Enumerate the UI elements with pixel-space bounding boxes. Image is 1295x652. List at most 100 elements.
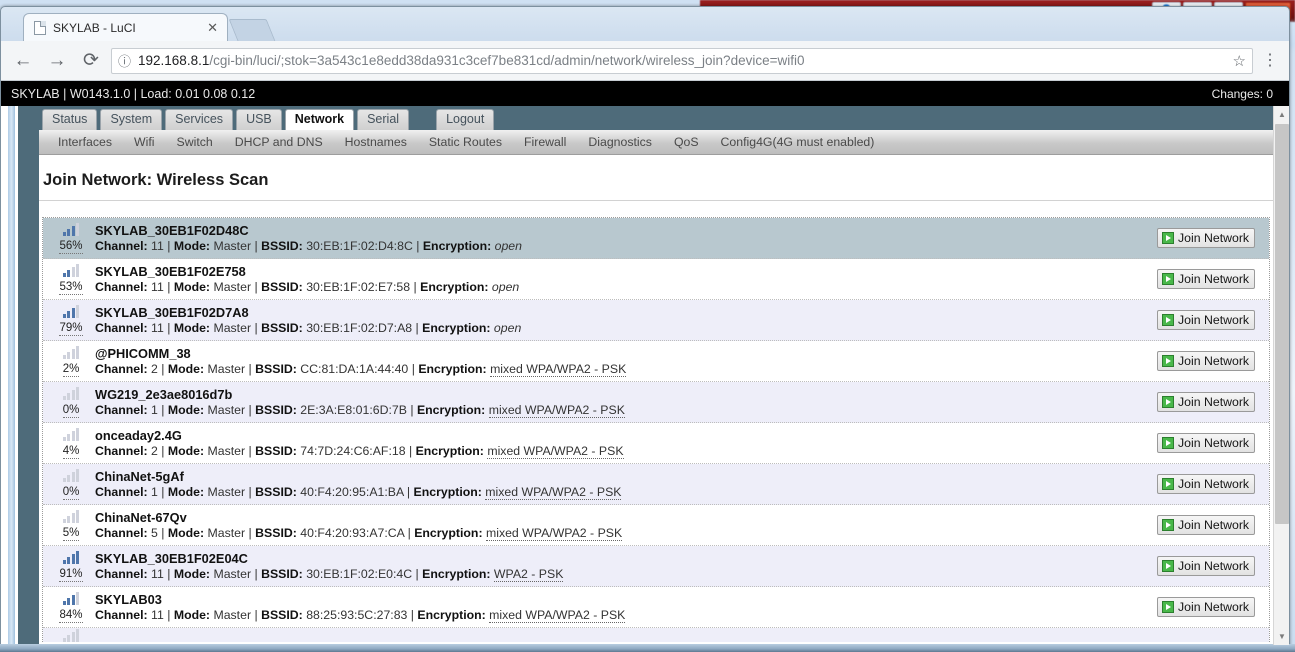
join-cell: Join Network: [1157, 392, 1269, 412]
signal-bars-icon: [57, 263, 85, 277]
join-arrow-icon: [1162, 519, 1174, 531]
page-scrollbar[interactable]: ▲ ▼: [1273, 106, 1289, 645]
join-cell: Join Network: [1157, 351, 1269, 371]
scroll-up-arrow-icon[interactable]: ▲: [1274, 106, 1289, 123]
signal-strength-cell: [43, 628, 89, 642]
signal-bar: [76, 510, 79, 523]
network-meta: Channel: 11 | Mode: Master | BSSID: 30:E…: [95, 566, 1157, 582]
address-bar[interactable]: ⓘ 192.168.8.1/cgi-bin/luci/;stok=3a543c1…: [111, 48, 1253, 74]
site-info-icon[interactable]: ⓘ: [118, 51, 131, 70]
signal-bar: [76, 264, 79, 277]
page-favicon-icon: [34, 21, 46, 35]
reload-button[interactable]: ⟳: [77, 47, 105, 75]
browser-tabstrip: SKYLAB - LuCI ✕: [1, 7, 1289, 41]
sub-tab-wifi[interactable]: Wifi: [123, 135, 166, 149]
join-network-button[interactable]: Join Network: [1157, 433, 1255, 453]
sub-tab-config4g-4g-must-enabled[interactable]: Config4G(4G must enabled): [710, 135, 886, 149]
main-tab-logout[interactable]: Logout: [436, 109, 494, 130]
main-tab-status[interactable]: Status: [42, 109, 97, 130]
browser-tab[interactable]: SKYLAB - LuCI ✕: [23, 13, 228, 41]
luci-statusbar: SKYLAB | W0143.1.0 | Load: 0.01 0.08 0.1…: [1, 81, 1289, 106]
signal-bar: [63, 519, 66, 523]
network-row[interactable]: 0% ChinaNet-5gAfChannel: 1 | Mode: Master…: [43, 464, 1269, 505]
close-tab-icon[interactable]: ✕: [204, 20, 221, 36]
network-row[interactable]: 84%SKYLAB03Channel: 11 | Mode: Master | …: [43, 587, 1269, 628]
network-ssid: ChinaNet-67Qv: [95, 510, 1157, 525]
network-row-partial[interactable]: [43, 628, 1269, 642]
join-network-button[interactable]: Join Network: [1157, 228, 1255, 248]
signal-bar: [72, 226, 75, 236]
network-info: @PHICOMM_38Channel: 2 | Mode: Master | B…: [89, 346, 1157, 377]
join-network-button[interactable]: Join Network: [1157, 474, 1255, 494]
sub-tab-dhcp-and-dns[interactable]: DHCP and DNS: [224, 135, 334, 149]
browser-menu-icon[interactable]: ⋮: [1259, 54, 1281, 68]
signal-strength-cell: 56%: [43, 222, 89, 254]
signal-percent: 91%: [59, 568, 82, 582]
signal-bars-icon: [57, 591, 85, 605]
network-ssid: SKYLAB_30EB1F02D7A8: [95, 305, 1157, 320]
join-arrow-icon: [1162, 478, 1174, 490]
join-arrow-icon: [1162, 437, 1174, 449]
signal-percent: 0%: [63, 486, 80, 500]
network-row[interactable]: 56%SKYLAB_30EB1F02D48CChannel: 11 | Mode…: [43, 218, 1269, 259]
network-row[interactable]: 53%SKYLAB_30EB1F02E758Channel: 11 | Mode…: [43, 259, 1269, 300]
network-ssid: ChinaNet-5gAf: [95, 469, 1157, 484]
join-network-button[interactable]: Join Network: [1157, 392, 1255, 412]
new-tab-button[interactable]: [229, 19, 276, 41]
signal-bar: [72, 349, 75, 359]
sub-tab-firewall[interactable]: Firewall: [513, 135, 577, 149]
luci-content: Join Network: Wireless Scan 56%SKYLAB_30…: [39, 155, 1273, 645]
join-network-button[interactable]: Join Network: [1157, 310, 1255, 330]
main-tab-serial[interactable]: Serial: [357, 109, 409, 130]
signal-bar: [72, 554, 75, 564]
bookmark-star-icon[interactable]: ☆: [1227, 52, 1246, 70]
signal-bar: [63, 638, 66, 642]
network-meta: Channel: 1 | Mode: Master | BSSID: 40:F4…: [95, 484, 1157, 500]
signal-bars-icon: [57, 427, 85, 441]
signal-bar: [63, 232, 66, 236]
sub-tab-static-routes[interactable]: Static Routes: [418, 135, 513, 149]
main-tab-services[interactable]: Services: [165, 109, 233, 130]
signal-bars-icon: [57, 386, 85, 400]
signal-bar: [63, 355, 66, 359]
signal-bar: [67, 229, 70, 236]
wireless-scan-list: 56%SKYLAB_30EB1F02D48CChannel: 11 | Mode…: [42, 217, 1270, 642]
main-tab-network[interactable]: Network: [285, 109, 354, 130]
join-network-button[interactable]: Join Network: [1157, 269, 1255, 289]
signal-strength-cell: 0%: [43, 468, 89, 500]
signal-strength-cell: 0%: [43, 386, 89, 418]
join-network-button[interactable]: Join Network: [1157, 515, 1255, 535]
network-row[interactable]: 4%onceaday2.4GChannel: 2 | Mode: Master …: [43, 423, 1269, 464]
network-row[interactable]: 0%WG219_2e3ae8016d7bChannel: 1 | Mode: M…: [43, 382, 1269, 423]
scroll-down-arrow-icon[interactable]: ▼: [1274, 628, 1289, 645]
signal-bar: [67, 434, 70, 441]
sub-tab-qos[interactable]: QoS: [663, 135, 710, 149]
sub-tab-switch[interactable]: Switch: [166, 135, 224, 149]
signal-bar: [67, 270, 70, 277]
network-row[interactable]: 91%SKYLAB_30EB1F02E04CChannel: 11 | Mode…: [43, 546, 1269, 587]
browser-tab-title: SKYLAB - LuCI: [53, 21, 197, 35]
join-network-button[interactable]: Join Network: [1157, 556, 1255, 576]
network-row[interactable]: 2%@PHICOMM_38Channel: 2 | Mode: Master |…: [43, 341, 1269, 382]
sub-tab-interfaces[interactable]: Interfaces: [47, 135, 123, 149]
signal-bar: [67, 475, 70, 482]
signal-strength-cell: 4%: [43, 427, 89, 459]
window-bottom-edge: [0, 644, 1295, 652]
main-tab-system[interactable]: System: [100, 109, 162, 130]
browser-navbar: ← → ⟳ ⓘ 192.168.8.1/cgi-bin/luci/;stok=3…: [1, 41, 1289, 81]
sub-tab-hostnames[interactable]: Hostnames: [334, 135, 418, 149]
back-button[interactable]: ←: [9, 47, 37, 75]
main-tab-usb[interactable]: USB: [236, 109, 282, 130]
signal-bar: [76, 387, 79, 400]
join-network-label: Join Network: [1178, 395, 1249, 409]
signal-bar: [76, 346, 79, 359]
network-row[interactable]: 5%ChinaNet-67QvChannel: 5 | Mode: Master…: [43, 505, 1269, 546]
scrollbar-thumb[interactable]: [1275, 124, 1289, 524]
join-network-button[interactable]: Join Network: [1157, 351, 1255, 371]
join-network-button[interactable]: Join Network: [1157, 597, 1255, 617]
signal-bar: [63, 273, 66, 277]
signal-bar: [76, 469, 79, 482]
network-row[interactable]: 79%SKYLAB_30EB1F02D7A8Channel: 11 | Mode…: [43, 300, 1269, 341]
sub-tab-diagnostics[interactable]: Diagnostics: [577, 135, 663, 149]
forward-button[interactable]: →: [43, 47, 71, 75]
